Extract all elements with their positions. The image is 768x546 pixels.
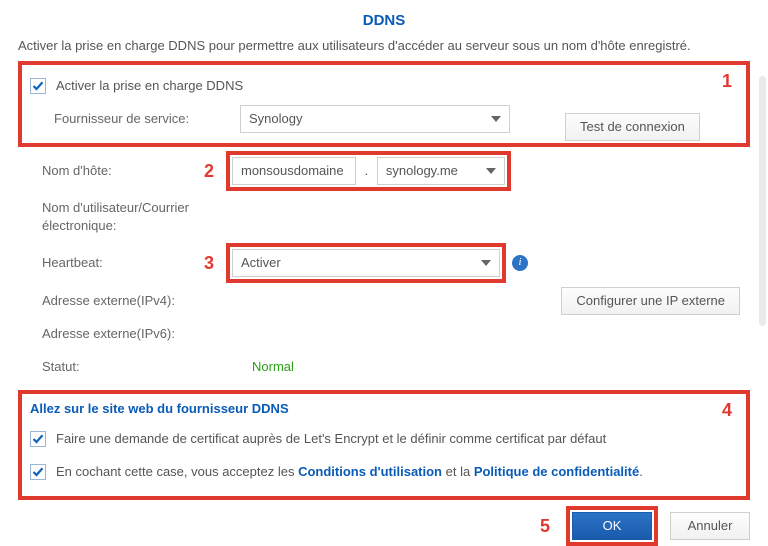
ipv4-label: Adresse externe(IPv4): [42,292,252,310]
callout-4: 4 [722,398,732,423]
provider-label: Fournisseur de service: [54,110,240,128]
domain-select[interactable]: synology.me [377,157,505,185]
page-title: DDNS [18,10,750,31]
privacy-link[interactable]: Politique de confidentialité [474,464,639,479]
test-connection-button[interactable]: Test de connexion [565,113,700,141]
provider-value: Synology [249,110,302,128]
terms-text-b: et la [442,464,474,479]
callout-5: 5 [536,514,554,539]
hostname-wrap: monsousdomaine . synology.me [226,151,511,191]
heartbeat-wrap: Activer [226,243,506,283]
heartbeat-label: Heartbeat: [42,254,200,272]
terms-checkbox[interactable] [30,464,46,480]
status-value: Normal [252,358,294,376]
status-label: Statut: [42,358,252,376]
callout-2: 2 [200,159,218,184]
provider-site-link[interactable]: Allez sur le site web du fournisseur DDN… [30,400,738,418]
subdomain-input[interactable]: monsousdomaine [232,157,356,185]
terms-label: En cochant cette case, vous acceptez les… [56,463,643,481]
provider-select[interactable]: Synology [240,105,510,133]
letsencrypt-label: Faire une demande de certificat auprès d… [56,430,606,448]
dot-separator: . [360,163,374,178]
check-icon [32,433,44,445]
check-icon [32,466,44,478]
chevron-down-icon [486,168,496,174]
hostname-label: Nom d'hôte: [42,162,200,180]
check-icon [32,80,44,92]
chevron-down-icon [481,260,491,266]
callout-3: 3 [200,251,218,276]
ok-button[interactable]: OK [572,512,652,540]
footer: 5 OK Annuler [18,506,750,546]
cancel-button[interactable]: Annuler [670,512,750,540]
configure-ip-button[interactable]: Configurer une IP externe [561,287,740,315]
heartbeat-value: Activer [241,254,281,272]
enable-ddns-label: Activer la prise en charge DDNS [56,77,243,95]
terms-text-c: . [639,464,643,479]
enable-ddns-checkbox[interactable] [30,78,46,94]
ipv6-label: Adresse externe(IPv6): [42,325,252,343]
heartbeat-select[interactable]: Activer [232,249,500,277]
section-provider-site: 4 Allez sur le site web du fournisseur D… [18,390,750,500]
callout-1: 1 [722,69,732,94]
domain-value: synology.me [386,162,458,180]
user-label: Nom d'utilisateur/Courrier électronique: [42,199,242,235]
info-icon[interactable]: i [512,255,528,271]
scrollbar[interactable] [759,76,766,326]
ok-wrap: OK [566,506,658,546]
terms-text-a: En cochant cette case, vous acceptez les [56,464,298,479]
letsencrypt-checkbox[interactable] [30,431,46,447]
chevron-down-icon [491,116,501,122]
intro-text: Activer la prise en charge DDNS pour per… [18,37,750,55]
terms-link[interactable]: Conditions d'utilisation [298,464,442,479]
